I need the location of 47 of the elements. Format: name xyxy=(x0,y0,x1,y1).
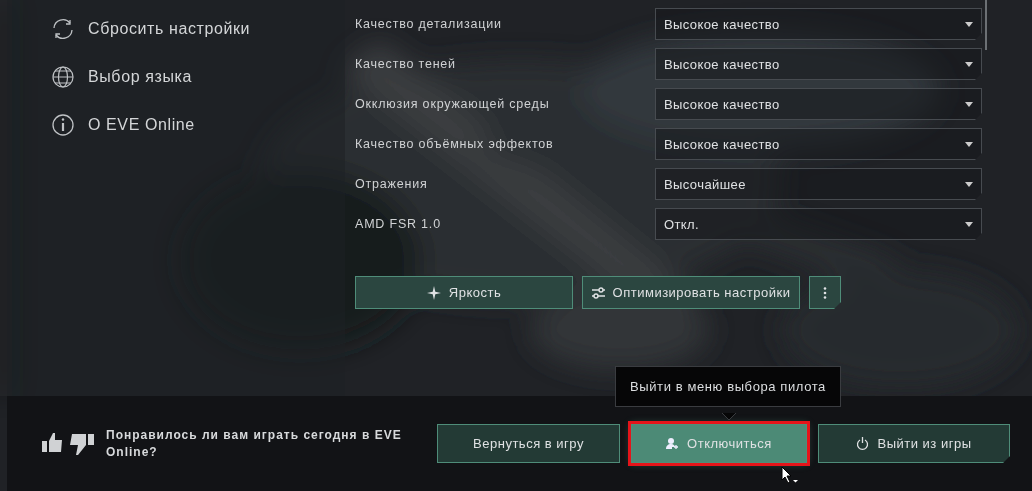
caret-icon xyxy=(965,21,973,27)
reset-icon xyxy=(50,16,76,42)
dropdown-value: Высочайшее xyxy=(664,176,746,192)
setting-label: Качество объёмных эффектов xyxy=(355,137,555,151)
thumbs-down-icon[interactable] xyxy=(68,431,94,456)
cursor-icon xyxy=(781,466,799,484)
caret-icon xyxy=(965,61,973,67)
scrollbar[interactable] xyxy=(985,0,987,50)
action-button[interactable]: Яркость xyxy=(355,276,573,309)
dropdown[interactable]: Откл. xyxy=(655,208,982,240)
caret-icon xyxy=(965,141,973,147)
setting-label: Окклюзия окружающей среды xyxy=(355,97,551,111)
setting-label: Качество теней xyxy=(355,57,457,71)
sidebar-item[interactable]: О EVE Online xyxy=(88,116,195,134)
dropdown[interactable]: Высокое качество xyxy=(655,128,982,160)
feedback-question: Понравилось ли вам играть сегодня в EVE Online? xyxy=(106,426,403,461)
sparkle-icon xyxy=(426,285,441,300)
more-icon xyxy=(823,286,827,299)
dropdown-value: Высокое качество xyxy=(664,56,780,72)
action-button[interactable]: Оптимизировать настройки xyxy=(582,276,800,309)
caret-icon xyxy=(965,101,973,107)
dropdown[interactable]: Высокое качество xyxy=(655,8,982,40)
dropdown-value: Высокое качество xyxy=(664,96,780,112)
dropdown-value: Высокое качество xyxy=(664,136,780,152)
setting-label: Отражения xyxy=(355,177,429,191)
person-plus-icon xyxy=(666,437,680,450)
caret-icon xyxy=(965,221,973,227)
more-button[interactable] xyxy=(809,276,841,309)
tooltip: Выйти в меню выбора пилота xyxy=(615,366,841,407)
setting-label: Качество детализации xyxy=(355,17,503,31)
dropdown[interactable]: Высокое качество xyxy=(655,88,982,120)
sidebar-item[interactable]: Сбросить настройки xyxy=(88,20,251,38)
caret-icon xyxy=(965,181,973,187)
dropdown[interactable]: Высокое качество xyxy=(655,48,982,80)
setting-label: AMD FSR 1.0 xyxy=(355,217,442,231)
info-icon xyxy=(51,113,75,137)
footer-button[interactable]: Вернуться в игру xyxy=(437,424,620,463)
dropdown-value: Высокое качество xyxy=(664,16,780,32)
dropdown[interactable]: Высочайшее xyxy=(655,168,982,200)
tooltip-pointer xyxy=(722,413,736,420)
power-icon xyxy=(856,437,870,450)
sliders-icon xyxy=(591,286,605,299)
footer-button[interactable]: Выйти из игры xyxy=(818,424,1010,463)
globe-icon xyxy=(51,65,75,89)
sidebar-item[interactable]: Выбор языка xyxy=(88,68,192,86)
dropdown-value: Откл. xyxy=(664,216,700,232)
thumbs-up-icon[interactable] xyxy=(42,431,64,454)
